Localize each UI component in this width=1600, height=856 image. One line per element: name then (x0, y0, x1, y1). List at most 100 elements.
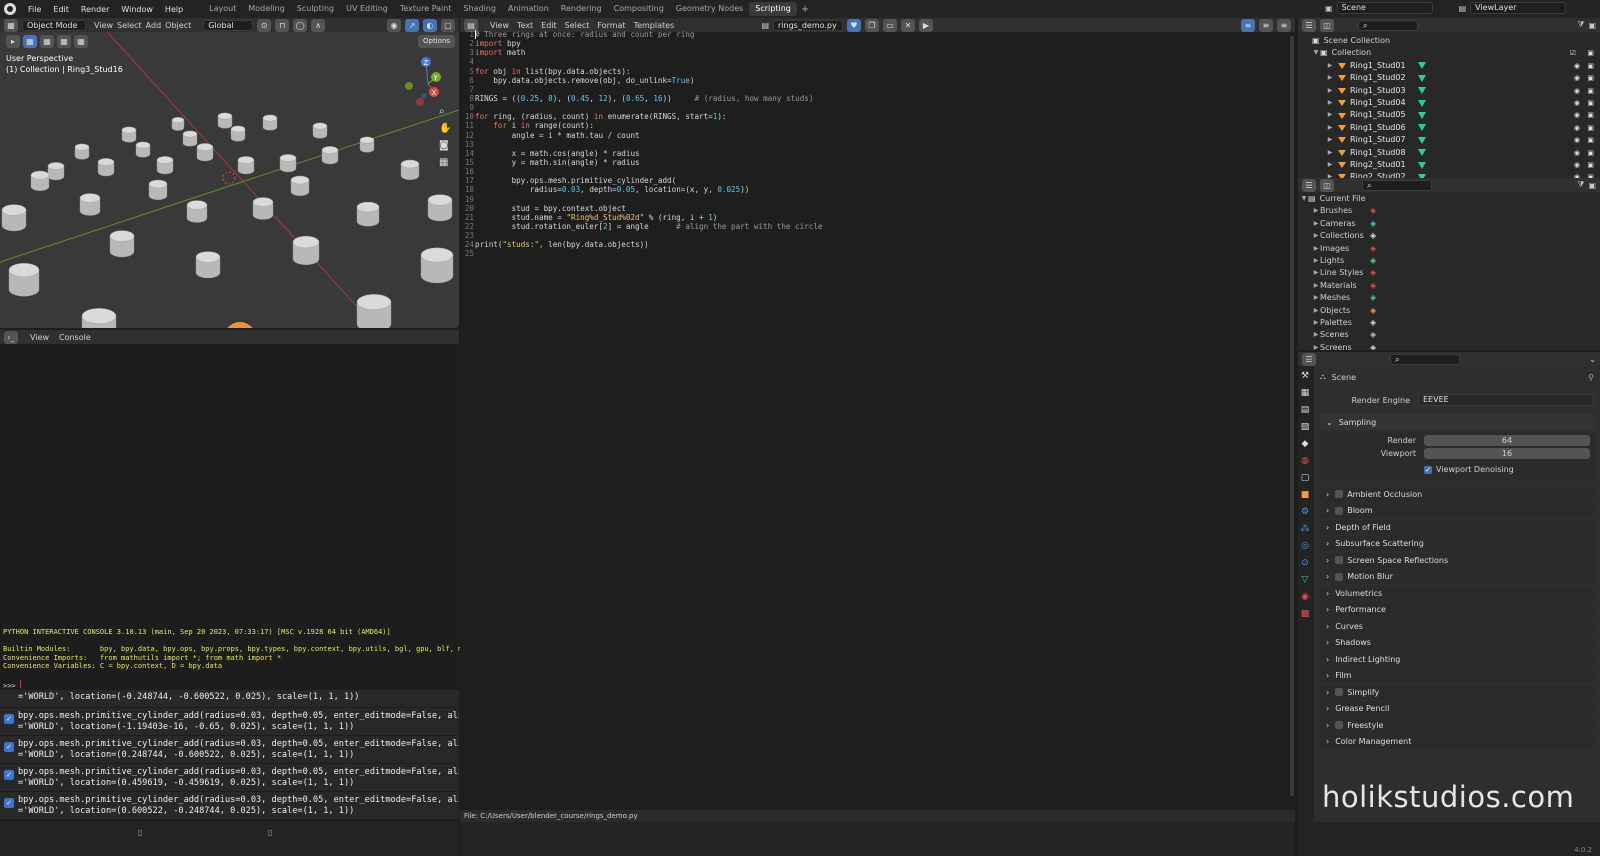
expand-right-icon[interactable]: ▶ (1326, 134, 1334, 146)
outliner[interactable]: ▣ Scene Collection ▼ ▣ Collection ☑ ▣ ▶ Ring1_… (1298, 32, 1600, 178)
tab-sculpting[interactable]: Sculpting (291, 2, 340, 16)
camera-restrict-icon[interactable]: ▣ (1587, 85, 1594, 97)
outliner-collection[interactable]: ▼ ▣ Collection ☑ ▣ (1298, 47, 1600, 59)
blender-logo-icon[interactable] (4, 3, 16, 15)
text-menu-select[interactable]: Select (565, 21, 590, 30)
expand-right-icon[interactable]: ▶ (1312, 205, 1320, 217)
blendfile-row[interactable]: ▶ Palettes ◈ (1300, 317, 1600, 329)
stud-cylinder[interactable] (195, 251, 221, 279)
navigation-gizmo[interactable]: Z Y X (404, 54, 454, 108)
outliner-object-row[interactable]: ▶ Ring1_Stud01 ◉ ▣ (1298, 60, 1600, 72)
code-line[interactable]: stud.name = "Ring%d_Stud%02d" % (ring, i… (475, 213, 1290, 222)
enable-checkbox[interactable] (1335, 506, 1344, 515)
menu-window[interactable]: Window (115, 5, 159, 14)
outliner-display-icon[interactable]: ◫ (1320, 18, 1334, 32)
code-line[interactable] (475, 103, 1290, 112)
layer-icon[interactable]: ▤ (1459, 4, 1467, 13)
text-menu-view[interactable]: View (490, 21, 509, 30)
blendfile-row[interactable]: ▶ Collections ◈ (1300, 230, 1600, 242)
console-prompt[interactable]: >>> (3, 680, 21, 690)
viewport-3d[interactable]: ▸ ▦ ▦ ▦ ▦ Options User Perspective (1) C… (0, 32, 459, 328)
properties-subpanel[interactable]: › Color Management (1320, 734, 1594, 749)
stud-cylinder[interactable] (156, 156, 174, 175)
info-log[interactable]: ='WORLD', location=(-0.248744, -0.600522… (0, 690, 459, 820)
stud-cylinder[interactable] (81, 308, 117, 328)
python-console[interactable]: PYTHON INTERACTIVE CONSOLE 3.10.13 (main… (0, 344, 496, 690)
properties-options-icon[interactable]: ⌄ (1589, 355, 1596, 364)
enable-checkbox[interactable] (1335, 490, 1344, 498)
stud-cylinder[interactable] (290, 175, 310, 196)
stud-cylinder[interactable] (420, 247, 454, 284)
stud-cylinder[interactable] (321, 146, 339, 165)
code-line[interactable] (475, 231, 1290, 240)
text-menu-format[interactable]: Format (597, 21, 625, 30)
camera-icon[interactable]: ◙ (439, 140, 451, 151)
properties-subpanel[interactable]: › Bloom (1320, 503, 1594, 518)
zoom-icon[interactable]: ⌕ (439, 106, 451, 117)
properties-subpanel[interactable]: › Performance (1320, 602, 1594, 617)
info-log-entry[interactable]: ✓ bpy.ops.mesh.primitive_cylinder_add(rad… (0, 708, 459, 736)
code-line[interactable]: # Three rings at once: radius and count … (475, 30, 1290, 39)
blendfile-row[interactable]: ▶ Images ◈ (1300, 243, 1600, 255)
eye-icon[interactable]: ◉ (1574, 109, 1580, 121)
expand-right-icon[interactable]: ▶ (1326, 171, 1334, 178)
select-box-icon[interactable]: ▦ (23, 35, 37, 48)
menu-file[interactable]: File (22, 5, 47, 14)
camera-restrict-icon[interactable]: ▣ (1587, 97, 1594, 109)
viewport-menu-object[interactable]: Object (165, 21, 191, 30)
blendfile-row[interactable]: ▶ Scenes ◈ (1300, 329, 1600, 341)
text-filename-field[interactable]: rings_demo.py (773, 19, 843, 31)
render-engine-select[interactable]: EEVEE (1418, 394, 1594, 406)
stud-cylinder[interactable] (312, 122, 328, 139)
scene-icon[interactable]: ◆ (1298, 437, 1312, 451)
code-line[interactable]: import bpy (475, 39, 1290, 48)
tab-compositing[interactable]: Compositing (608, 2, 670, 16)
orientation-selector[interactable]: Global (203, 19, 254, 31)
stud-cylinder[interactable] (30, 170, 50, 191)
eye-icon[interactable]: ◉ (1574, 85, 1580, 97)
camera-restrict-icon[interactable]: ▣ (1587, 134, 1594, 146)
stud-cylinder[interactable] (171, 117, 185, 131)
expand-right-icon[interactable]: ▶ (1312, 218, 1320, 230)
expand-right-icon[interactable]: ▶ (1326, 109, 1334, 121)
blendfile-row[interactable]: ▶ Screens ◈ (1300, 342, 1600, 350)
outliner-object-row[interactable]: ▶ Ring1_Stud06 ◉ ▣ (1298, 122, 1600, 134)
tab-uv-editing[interactable]: UV Editing (340, 2, 394, 16)
code-line[interactable] (475, 195, 1290, 204)
denoise-checkbox[interactable]: ✓ (1424, 465, 1432, 474)
console-editor-icon[interactable]: ›_ (4, 330, 18, 344)
proportional-icon[interactable]: ◯ (293, 18, 308, 32)
select-invert-icon[interactable]: ▦ (74, 35, 88, 48)
camera-restrict-icon[interactable]: ▣ (1587, 109, 1594, 121)
falloff-icon[interactable]: ∧ (311, 18, 326, 32)
expand-right-icon[interactable]: ▶ (1326, 72, 1334, 84)
overlay-icon[interactable]: ◐ (423, 18, 437, 32)
tab-shading[interactable]: Shading (457, 2, 502, 16)
data-icon[interactable]: ▽ (1298, 573, 1312, 587)
blendfile-row[interactable]: ▶ Meshes ◈ (1300, 292, 1600, 304)
tab-rendering[interactable]: Rendering (555, 2, 608, 16)
console-menu-view[interactable]: View (30, 333, 49, 342)
gizmo-icon[interactable]: ↗ (405, 18, 419, 32)
stud-cylinder[interactable] (279, 154, 297, 173)
code-line[interactable]: y = math.sin(angle) * radius (475, 158, 1290, 167)
text-menu-templates[interactable]: Templates (634, 21, 675, 30)
expand-right-icon[interactable]: ▶ (1326, 97, 1334, 109)
stud-cylinder[interactable] (252, 197, 274, 220)
select-extend-icon[interactable]: ▦ (40, 35, 54, 48)
camera-restrict-icon[interactable]: ▣ (1587, 122, 1594, 134)
render-icon[interactable]: ▦ (1298, 386, 1312, 400)
text-scrollbar[interactable] (1290, 36, 1294, 796)
tool-toggle-icon[interactable]: ▸ (6, 35, 20, 48)
outliner-search-field[interactable]: ⌕ (1358, 19, 1418, 31)
menu-render[interactable]: Render (75, 5, 115, 14)
properties-subpanel[interactable]: › Ambient Occlusion (1320, 486, 1594, 502)
expand-right-icon[interactable]: ▶ (1312, 292, 1320, 304)
stud-cylinder[interactable] (74, 143, 90, 160)
exclude-checkbox-icon[interactable]: ☑ (1570, 47, 1576, 59)
tab-scripting[interactable]: Scripting (749, 2, 797, 16)
menu-edit[interactable]: Edit (47, 5, 75, 14)
new-collection-icon[interactable]: ▣ (1588, 21, 1596, 30)
eye-icon[interactable]: ◉ (1574, 147, 1580, 159)
text-menu-edit[interactable]: Edit (541, 21, 557, 30)
